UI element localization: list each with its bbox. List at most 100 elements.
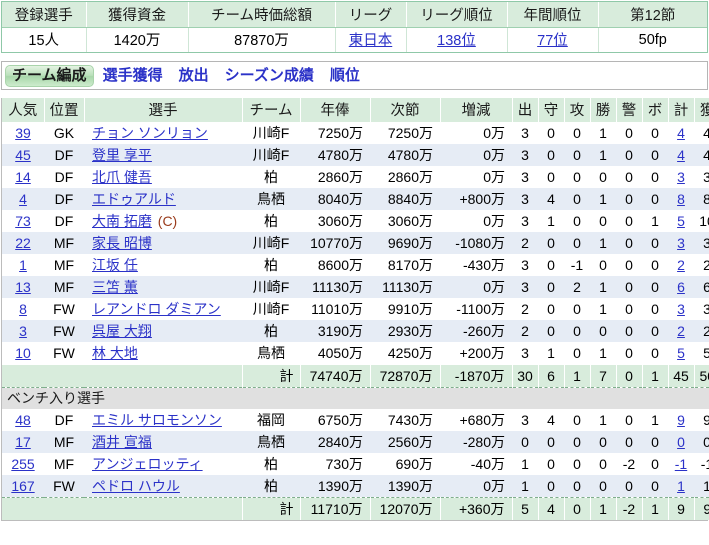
player-popularity-cell[interactable]: 8 bbox=[2, 298, 44, 320]
player-name-link[interactable]: 酒井 宣福 bbox=[92, 434, 152, 450]
player-popularity-link[interactable]: 17 bbox=[15, 434, 31, 450]
player-total-points-link[interactable]: 4 bbox=[677, 147, 685, 163]
player-total-points-link[interactable]: 8 bbox=[677, 191, 685, 207]
player-name-cell[interactable]: 家長 昭博 bbox=[84, 232, 242, 254]
player-name-link[interactable]: 北爪 健吾 bbox=[92, 169, 152, 185]
player-name-link[interactable]: アンジェロッティ bbox=[92, 456, 203, 472]
player-popularity-cell[interactable]: 3 bbox=[2, 320, 44, 342]
league-link[interactable]: 東日本 bbox=[349, 33, 393, 49]
player-total-points-link[interactable]: 5 bbox=[677, 213, 685, 229]
player-name-link[interactable]: 三笘 薫 bbox=[92, 279, 138, 295]
player-name-link[interactable]: 江坂 任 bbox=[92, 257, 138, 273]
player-popularity-cell[interactable]: 45 bbox=[2, 144, 44, 166]
tab-team-composition[interactable]: チーム編成 bbox=[5, 64, 94, 87]
player-name-link[interactable]: 林 大地 bbox=[92, 345, 138, 361]
player-name-cell[interactable]: エミル サロモンソン bbox=[84, 409, 242, 431]
player-popularity-link[interactable]: 73 bbox=[15, 213, 31, 229]
player-popularity-link[interactable]: 13 bbox=[15, 279, 31, 295]
player-popularity-link[interactable]: 14 bbox=[15, 169, 31, 185]
player-total-points-link[interactable]: 0 bbox=[677, 434, 685, 450]
player-name-link[interactable]: エドゥアルド bbox=[92, 191, 176, 207]
player-name-link[interactable]: チョン ソンリョン bbox=[92, 125, 208, 141]
player-name-cell[interactable]: ペドロ ハウル bbox=[84, 475, 242, 497]
player-popularity-cell[interactable]: 167 bbox=[2, 475, 44, 497]
player-total-points-cell[interactable]: 5 bbox=[668, 342, 694, 364]
player-popularity-link[interactable]: 4 bbox=[19, 191, 27, 207]
player-name-cell[interactable]: 大南 拓磨 (C) bbox=[84, 210, 242, 232]
player-popularity-cell[interactable]: 17 bbox=[2, 431, 44, 453]
player-total-points-cell[interactable]: 9 bbox=[668, 409, 694, 431]
tab-player-acquisition[interactable]: 選手獲得 bbox=[96, 65, 170, 87]
player-popularity-cell[interactable]: 48 bbox=[2, 409, 44, 431]
player-total-points-cell[interactable]: 4 bbox=[668, 122, 694, 144]
player-name-cell[interactable]: 登里 享平 bbox=[84, 144, 242, 166]
player-total-points-cell[interactable]: 0 bbox=[668, 431, 694, 453]
player-name-cell[interactable]: 北爪 健吾 bbox=[84, 166, 242, 188]
player-popularity-link[interactable]: 39 bbox=[15, 125, 31, 141]
player-popularity-link[interactable]: 255 bbox=[11, 456, 34, 472]
player-popularity-link[interactable]: 48 bbox=[15, 412, 31, 428]
annual-rank-link[interactable]: 77位 bbox=[537, 33, 568, 49]
player-total-points-link[interactable]: 2 bbox=[677, 257, 685, 273]
player-name-link[interactable]: 大南 拓磨 bbox=[92, 213, 152, 229]
league-rank-link[interactable]: 138位 bbox=[437, 33, 476, 49]
player-popularity-cell[interactable]: 73 bbox=[2, 210, 44, 232]
player-popularity-cell[interactable]: 4 bbox=[2, 188, 44, 210]
player-total-points-link[interactable]: -1 bbox=[675, 456, 687, 472]
player-total-points-cell[interactable]: 4 bbox=[668, 144, 694, 166]
player-popularity-cell[interactable]: 1 bbox=[2, 254, 44, 276]
player-name-cell[interactable]: アンジェロッティ bbox=[84, 453, 242, 475]
tab-release[interactable]: 放出 bbox=[172, 65, 216, 87]
player-popularity-link[interactable]: 167 bbox=[11, 478, 34, 494]
player-popularity-cell[interactable]: 255 bbox=[2, 453, 44, 475]
player-total-points-link[interactable]: 2 bbox=[677, 323, 685, 339]
player-popularity-link[interactable]: 45 bbox=[15, 147, 31, 163]
player-name-cell[interactable]: エドゥアルド bbox=[84, 188, 242, 210]
player-total-points-cell[interactable]: 3 bbox=[668, 166, 694, 188]
player-popularity-cell[interactable]: 14 bbox=[2, 166, 44, 188]
player-total-points-cell[interactable]: 2 bbox=[668, 320, 694, 342]
summary-value-league-rank[interactable]: 138位 bbox=[406, 27, 508, 52]
player-popularity-link[interactable]: 3 bbox=[19, 323, 27, 339]
player-popularity-cell[interactable]: 13 bbox=[2, 276, 44, 298]
player-name-link[interactable]: 家長 昭博 bbox=[92, 235, 152, 251]
player-total-points-link[interactable]: 6 bbox=[677, 279, 685, 295]
player-popularity-cell[interactable]: 10 bbox=[2, 342, 44, 364]
player-popularity-cell[interactable]: 39 bbox=[2, 122, 44, 144]
player-total-points-link[interactable]: 9 bbox=[677, 412, 685, 428]
player-total-points-cell[interactable]: 3 bbox=[668, 298, 694, 320]
player-name-link[interactable]: ペドロ ハウル bbox=[92, 478, 180, 494]
summary-value-league[interactable]: 東日本 bbox=[335, 27, 407, 52]
player-popularity-link[interactable]: 22 bbox=[15, 235, 31, 251]
player-name-cell[interactable]: 林 大地 bbox=[84, 342, 242, 364]
player-name-cell[interactable]: 三笘 薫 bbox=[84, 276, 242, 298]
player-popularity-cell[interactable]: 22 bbox=[2, 232, 44, 254]
player-name-cell[interactable]: 江坂 任 bbox=[84, 254, 242, 276]
player-total-points-link[interactable]: 4 bbox=[677, 125, 685, 141]
player-name-link[interactable]: エミル サロモンソン bbox=[92, 412, 222, 428]
player-total-points-cell[interactable]: 3 bbox=[668, 232, 694, 254]
player-name-cell[interactable]: 呉屋 大翔 bbox=[84, 320, 242, 342]
player-name-link[interactable]: 登里 享平 bbox=[92, 147, 152, 163]
player-total-points-link[interactable]: 3 bbox=[677, 235, 685, 251]
player-total-points-cell[interactable]: 6 bbox=[668, 276, 694, 298]
player-popularity-link[interactable]: 1 bbox=[19, 257, 27, 273]
player-total-points-cell[interactable]: 8 bbox=[668, 188, 694, 210]
tab-standings[interactable]: 順位 bbox=[323, 65, 367, 87]
player-total-points-cell[interactable]: 5 bbox=[668, 210, 694, 232]
player-total-points-cell[interactable]: -1 bbox=[668, 453, 694, 475]
player-popularity-link[interactable]: 10 bbox=[15, 345, 31, 361]
player-name-link[interactable]: レアンドロ ダミアン bbox=[92, 301, 221, 317]
player-name-cell[interactable]: 酒井 宣福 bbox=[84, 431, 242, 453]
player-total-points-link[interactable]: 5 bbox=[677, 345, 685, 361]
player-total-points-link[interactable]: 3 bbox=[677, 169, 685, 185]
summary-value-annual-rank[interactable]: 77位 bbox=[507, 27, 599, 52]
player-total-points-cell[interactable]: 2 bbox=[668, 254, 694, 276]
player-name-link[interactable]: 呉屋 大翔 bbox=[92, 323, 152, 339]
tab-season-results[interactable]: シーズン成績 bbox=[218, 65, 321, 87]
player-total-points-link[interactable]: 1 bbox=[677, 478, 685, 494]
player-popularity-link[interactable]: 8 bbox=[19, 301, 27, 317]
player-total-points-cell[interactable]: 1 bbox=[668, 475, 694, 497]
player-name-cell[interactable]: チョン ソンリョン bbox=[84, 122, 242, 144]
player-name-cell[interactable]: レアンドロ ダミアン bbox=[84, 298, 242, 320]
